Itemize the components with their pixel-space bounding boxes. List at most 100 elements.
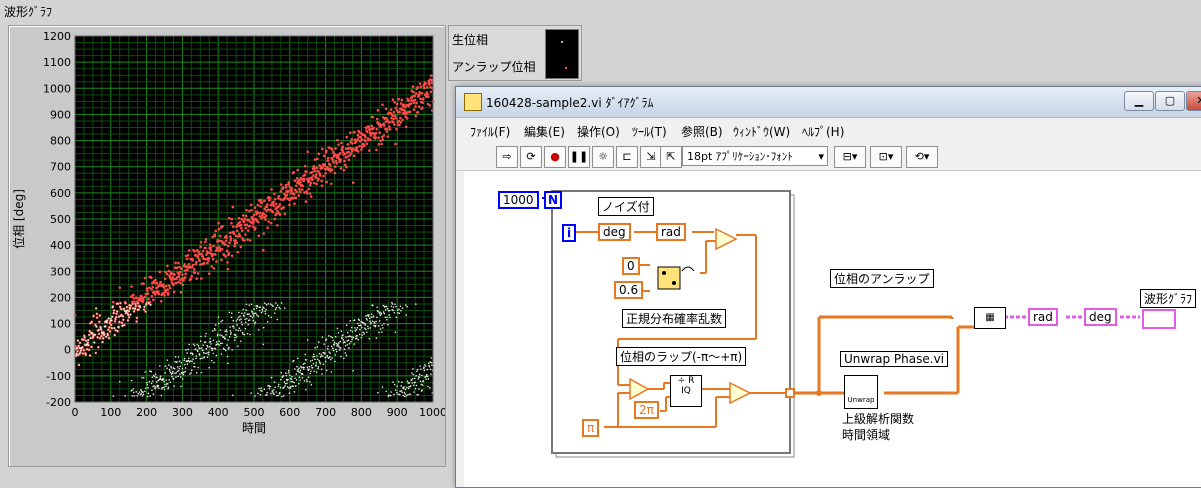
wrapped-point [403, 386, 405, 388]
rad-out-node[interactable]: rad [1028, 308, 1058, 326]
unwrapped-point [305, 191, 309, 195]
maximize-button[interactable]: ▢ [1155, 91, 1185, 111]
step-into-icon[interactable]: ⇲ [640, 146, 662, 168]
wrapped-point [168, 368, 171, 371]
plot-legend[interactable]: 生位相 アンラップ位相 [448, 25, 582, 81]
wrapped-point [209, 340, 212, 343]
build-waveform-icon[interactable]: ▦ [974, 307, 1006, 329]
wrapped-point [155, 385, 157, 388]
pause-icon[interactable]: ❚❚ [568, 146, 590, 168]
menu-operate[interactable]: 操作(O) [577, 123, 620, 140]
wrapped-point [379, 328, 382, 330]
wrapped-point [412, 384, 415, 387]
wrapped-point [218, 322, 220, 325]
unwrapped-point [298, 187, 301, 191]
wrapped-point [220, 353, 223, 355]
unwrapped-point [285, 193, 289, 197]
minimize-button[interactable]: ▁ [1124, 91, 1154, 111]
deg-out-node[interactable]: deg [1084, 308, 1117, 326]
font-select[interactable]: 18pt ｱﾌﾟﾘｹｰｼｮﾝ･ﾌｫﾝﾄ ▾ [682, 146, 828, 166]
std-dev-constant[interactable]: 0.6 [614, 281, 644, 299]
run-continuously-icon[interactable]: ⟳ [520, 146, 542, 168]
dice-icon[interactable] [652, 261, 698, 293]
legend-swatch[interactable] [545, 29, 579, 79]
unwrapped-point [270, 188, 273, 191]
wrapped-point [214, 329, 216, 331]
wrapped-point [351, 330, 354, 333]
close-button[interactable]: ✕ [1186, 91, 1201, 111]
menu-browse[interactable]: 参照(B) [681, 123, 723, 140]
menu-tools[interactable]: ﾂｰﾙ(T) [632, 123, 667, 140]
wrapped-point [317, 341, 320, 343]
menu-help[interactable]: ﾍﾙﾌﾟ(H) [802, 123, 844, 140]
graph-terminal[interactable] [1142, 309, 1176, 329]
abort-icon[interactable]: ● [544, 146, 566, 168]
wrapped-point [407, 393, 409, 396]
wrapped-point [256, 314, 258, 316]
quotient-remainder-icon[interactable]: ÷ R IQ [670, 375, 702, 407]
wrapped-point [294, 368, 296, 370]
retain-wire-values-icon[interactable]: ⊏ [616, 146, 638, 168]
unwrapped-point [309, 181, 313, 185]
unwrapped-point [330, 182, 333, 186]
wrapped-point [242, 333, 244, 335]
unwrapped-point [364, 139, 367, 143]
wrapped-point [153, 375, 156, 378]
wrapped-point [215, 341, 218, 343]
wrapped-point [390, 391, 392, 393]
unwrapped-point [179, 291, 183, 294]
wrapped-point [380, 312, 383, 315]
menu-bar: ﾌｧｲﾙ(F) 編集(E) 操作(O) ﾂｰﾙ(T) 参照(B) ｳｨﾝﾄﾞｳ(… [456, 118, 1201, 140]
unwrapped-point [268, 196, 272, 200]
step-over-icon[interactable]: ⇱ [660, 146, 682, 168]
wrapped-point [282, 395, 285, 397]
rad-node[interactable]: rad [656, 223, 686, 241]
wrapped-point [166, 359, 169, 361]
wrapped-point [150, 370, 153, 373]
align-objects-icon[interactable]: ⊟▾ [834, 146, 866, 168]
zero-constant[interactable]: 0 [622, 257, 640, 275]
wrapped-point [395, 305, 397, 308]
unwrap-phase-icon[interactable]: Unwrap [844, 375, 878, 409]
unwrapped-point [279, 198, 282, 201]
wrapped-point [255, 307, 258, 310]
wrapped-point [269, 303, 272, 305]
pi-constant[interactable]: π [582, 419, 600, 437]
menu-edit[interactable]: 編集(E) [524, 123, 565, 140]
wrapped-point [406, 380, 409, 383]
menu-file[interactable]: ﾌｧｲﾙ(F) [470, 123, 510, 140]
run-arrow-icon[interactable]: ⇨ [496, 146, 518, 168]
graph-plot[interactable]: 0 100 200 300 400 500 600 700 800 900 1000-200-100… [9, 26, 445, 466]
wrapped-point [183, 357, 186, 360]
unwrapped-point [181, 283, 185, 287]
title-bar[interactable]: 160428-sample2.vi ﾀﾞｲｱｸﾞﾗﾑ ▁ ▢ ✕ [456, 87, 1201, 118]
reorder-icon[interactable]: ⟲▾ [906, 146, 938, 168]
wrapped-point [156, 376, 158, 379]
waveform-graph[interactable]: 0 100 200 300 400 500 600 700 800 900 1000 -200 -100… [8, 25, 446, 467]
block-diagram-window[interactable]: 160428-sample2.vi ﾀﾞｲｱｸﾞﾗﾑ ▁ ▢ ✕ ﾌｧｲﾙ(F)… [455, 86, 1201, 488]
wrapped-point [318, 352, 321, 355]
wrapped-point [137, 302, 139, 305]
unwrapped-point [209, 243, 212, 246]
wrapped-point [296, 357, 299, 360]
wrapped-point [417, 393, 419, 396]
unwrapped-point [167, 291, 170, 295]
loop-i-terminal[interactable]: i [562, 224, 577, 242]
unwrapped-point [130, 285, 133, 288]
highlight-execution-icon[interactable]: ☼ [592, 146, 614, 168]
deg-node[interactable]: deg [598, 223, 631, 241]
wrapped-point [159, 375, 162, 377]
two-pi-constant[interactable]: 2π [634, 401, 659, 419]
wrapped-point [360, 326, 363, 329]
distribute-objects-icon[interactable]: ⊡▾ [870, 146, 902, 168]
diagram-canvas[interactable]: 1000 N i ノイズ付 deg rad 0 0.6 正規分布確率乱数 位相の… [464, 171, 1201, 487]
unwrapped-point [315, 182, 318, 186]
wrapped-point [98, 333, 100, 335]
menu-window[interactable]: ｳｨﾝﾄﾞｳ(W) [733, 123, 790, 140]
unwrapped-point [419, 85, 423, 89]
unwrapped-point [163, 293, 166, 297]
loop-n-terminal[interactable]: N [544, 191, 563, 209]
wrapped-point [198, 354, 201, 356]
wrapped-point [427, 385, 429, 388]
loop-count-constant[interactable]: 1000 [498, 191, 539, 209]
